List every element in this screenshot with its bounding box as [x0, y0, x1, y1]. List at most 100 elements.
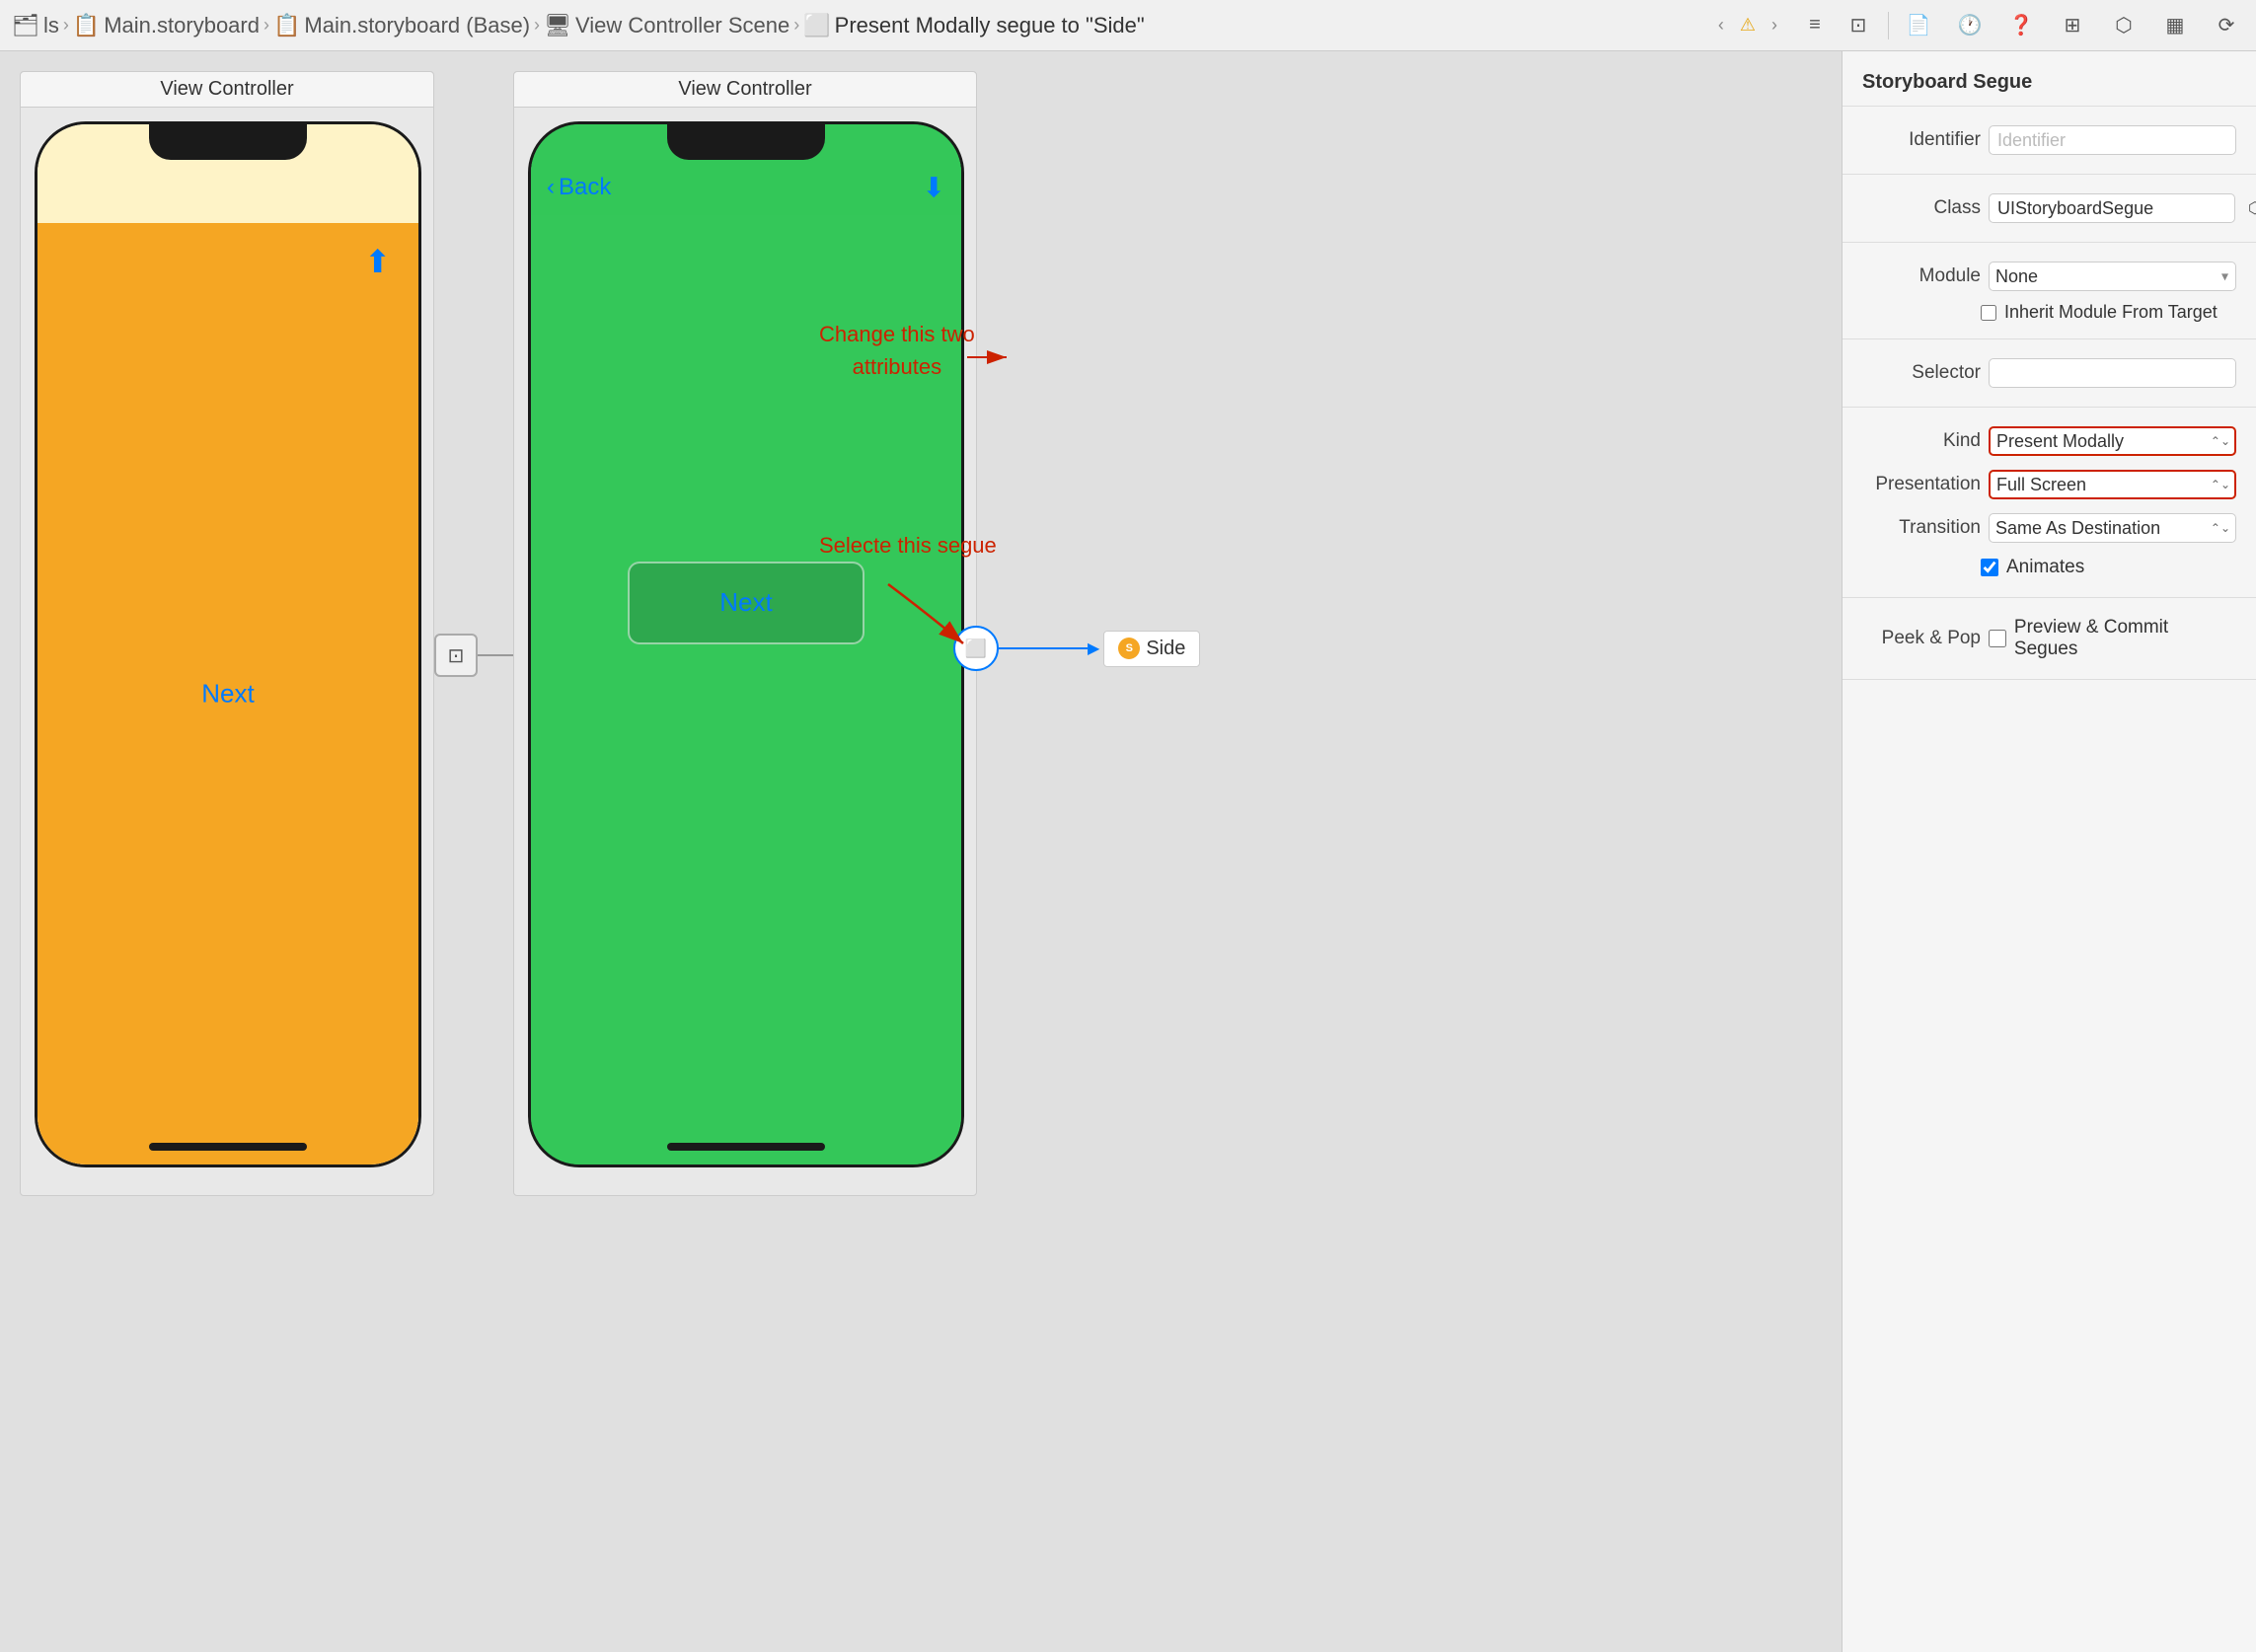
toolbar-icons: 📄 🕐 ❓ ⊞ ⬡ ▦ ⟳	[1901, 8, 2244, 43]
module-label: Module	[1862, 265, 1981, 287]
identifier-label: Identifier	[1862, 129, 1981, 151]
next-button-center[interactable]: Next	[628, 562, 865, 644]
section-peek-pop: Peek & Pop Preview & Commit Segues	[1842, 598, 2256, 680]
main-content: View Controller Next ⬆ ⊡ ▶ View Controll…	[0, 51, 2256, 1652]
vc-center-title: View Controller	[514, 72, 976, 108]
breadcrumb-item-3[interactable]: 📋 Main.storyboard (Base)	[273, 13, 530, 38]
section-class: Class ⬡ ▾	[1842, 175, 2256, 243]
phone-body-left-orange: Next	[38, 223, 418, 1164]
vc-left-title: View Controller	[21, 72, 433, 108]
section-module: Module None Inherit Module From Target	[1842, 243, 2256, 339]
peek-pop-checkbox[interactable]	[1989, 630, 2006, 647]
row-transition: Transition Same As Destination Cover Ver…	[1842, 506, 2256, 550]
animates-checkbox[interactable]	[1981, 559, 1998, 576]
kind-select-wrapper: Present Modally Show (e.g. Push) Show De…	[1989, 426, 2236, 456]
vc-left-box: View Controller Next ⬆	[20, 71, 434, 1196]
segue-box-left: ⊡	[434, 634, 478, 677]
segue-circle-blue[interactable]: ⬜	[953, 626, 999, 671]
identifier-input[interactable]	[1989, 125, 2236, 155]
share-icon: ⬆	[364, 243, 391, 280]
kind-label: Kind	[1862, 430, 1981, 452]
row-module: Module None	[1842, 255, 2256, 298]
canvas-area: View Controller Next ⬆ ⊡ ▶ View Controll…	[0, 51, 1842, 1652]
row-peek-pop: Peek & Pop Preview & Commit Segues	[1842, 610, 2256, 667]
destination-label: Side	[1146, 638, 1185, 660]
breadcrumb-item-1[interactable]: 🗂 ls	[12, 13, 59, 38]
home-indicator-left	[149, 1143, 307, 1151]
toolbar-nav: ‹ ⚠ ›	[1706, 11, 1789, 40]
help-icon[interactable]: ❓	[2003, 8, 2039, 43]
segue-icon: ⬜	[803, 13, 830, 38]
row-selector: Selector	[1842, 351, 2256, 395]
next-label-left: Next	[201, 679, 254, 710]
new-file-icon[interactable]: 📄	[1901, 8, 1936, 43]
breadcrumb-sep-4: ›	[793, 15, 799, 36]
breadcrumb: 🗂 ls › 📋 Main.storyboard › 📋 Main.storyb…	[12, 13, 1145, 38]
library-icon[interactable]: ⊞	[2055, 8, 2090, 43]
module-select[interactable]: None	[1989, 262, 2236, 291]
phone-mockup-left: Next ⬆	[35, 121, 421, 1167]
row-class: Class ⬡ ▾	[1842, 187, 2256, 230]
module-select-wrapper: None	[1989, 262, 2236, 291]
lines-icon[interactable]: ≡	[1797, 8, 1833, 43]
segue-right-arrow: ⬜ ▶ S Side	[953, 626, 1200, 671]
class-input[interactable]	[1989, 193, 2235, 223]
phone-notch-left	[149, 124, 307, 160]
presentation-select-wrapper: Full Screen Page Sheet Form Sheet Curren…	[1989, 470, 2236, 499]
clock-icon[interactable]: 🕐	[1952, 8, 1988, 43]
refresh-icon[interactable]: ⟳	[2209, 8, 2244, 43]
class-row: ⬡ ▾	[1989, 193, 2256, 223]
transition-select-wrapper: Same As Destination Cover Vertical Flip …	[1989, 513, 2236, 543]
annotation-select-segue: Selecte this segue	[819, 533, 997, 559]
row-animates: Animates	[1842, 550, 2256, 585]
row-kind: Kind Present Modally Show (e.g. Push) Sh…	[1842, 419, 2256, 463]
peek-pop-text: Preview & Commit Segues	[2014, 617, 2236, 660]
breadcrumb-sep-1: ›	[63, 15, 69, 36]
section-selector: Selector	[1842, 339, 2256, 408]
vc-scene-icon: 🖥	[544, 13, 571, 38]
section-identifier: Identifier	[1842, 107, 2256, 175]
phone-notch-center	[667, 124, 825, 160]
nav-back-button[interactable]: ‹	[1706, 11, 1736, 40]
breadcrumb-item-5[interactable]: ⬜ Present Modally segue to "Side"	[803, 13, 1144, 38]
phone-nav-bar: ‹ Back ⬇	[531, 160, 961, 215]
presentation-select[interactable]: Full Screen Page Sheet Form Sheet Curren…	[1989, 470, 2236, 499]
home-indicator-center	[667, 1143, 825, 1151]
animates-label: Animates	[2006, 557, 2084, 578]
folder-icon: 🗂	[12, 13, 39, 38]
toolbar: 🗂 ls › 📋 Main.storyboard › 📋 Main.storyb…	[0, 0, 2256, 51]
annotation-change-attributes: Change this twoattributes	[819, 318, 975, 383]
nav-forward-button[interactable]: ›	[1760, 11, 1789, 40]
kind-select[interactable]: Present Modally Show (e.g. Push) Show De…	[1989, 426, 2236, 456]
class-nav-icon[interactable]: ⬡	[2241, 194, 2256, 222]
phone-body-center-green	[531, 124, 961, 1164]
vc-center-box: View Controller ‹ Back ⬇ Next	[513, 71, 977, 1196]
panel-title: Storyboard Segue	[1842, 51, 2256, 107]
storyboard-icon-2: 📋	[273, 13, 300, 38]
selector-input[interactable]	[1989, 358, 2236, 388]
breadcrumb-sep-3: ›	[534, 15, 540, 36]
storyboard-icon-1: 📋	[73, 13, 100, 38]
xcode-icon[interactable]: ⬡	[2106, 8, 2142, 43]
peek-pop-label: Peek & Pop	[1862, 628, 1981, 649]
breadcrumb-item-4[interactable]: 🖥 View Controller Scene	[544, 13, 790, 38]
phone-mockup-center: ‹ Back ⬇ Next	[528, 121, 964, 1167]
warning-icon: ⚠	[1740, 15, 1756, 36]
selector-label: Selector	[1862, 362, 1981, 384]
segue-arrow-blue: ▶	[1088, 638, 1099, 658]
expand-icon[interactable]: ⊡	[1841, 8, 1876, 43]
chevron-left-icon: ‹	[547, 174, 555, 201]
back-button-center: ‹ Back	[547, 174, 611, 201]
breadcrumb-item-2[interactable]: 📋 Main.storyboard	[73, 13, 260, 38]
download-icon-center: ⬇	[923, 172, 945, 204]
segue-line-blue	[999, 647, 1088, 649]
class-label: Class	[1862, 197, 1981, 219]
row-inherit: Inherit Module From Target	[1842, 298, 2256, 327]
transition-select[interactable]: Same As Destination Cover Vertical Flip …	[1989, 513, 2236, 543]
presentation-label: Presentation	[1862, 474, 1981, 495]
inherit-label: Inherit Module From Target	[2004, 302, 2218, 323]
grid-icon[interactable]: ▦	[2157, 8, 2193, 43]
segue-destination: S Side	[1103, 631, 1200, 667]
right-panel: Storyboard Segue Identifier Class ⬡ ▾ Mo	[1842, 51, 2256, 1652]
inherit-checkbox[interactable]	[1981, 305, 1996, 321]
